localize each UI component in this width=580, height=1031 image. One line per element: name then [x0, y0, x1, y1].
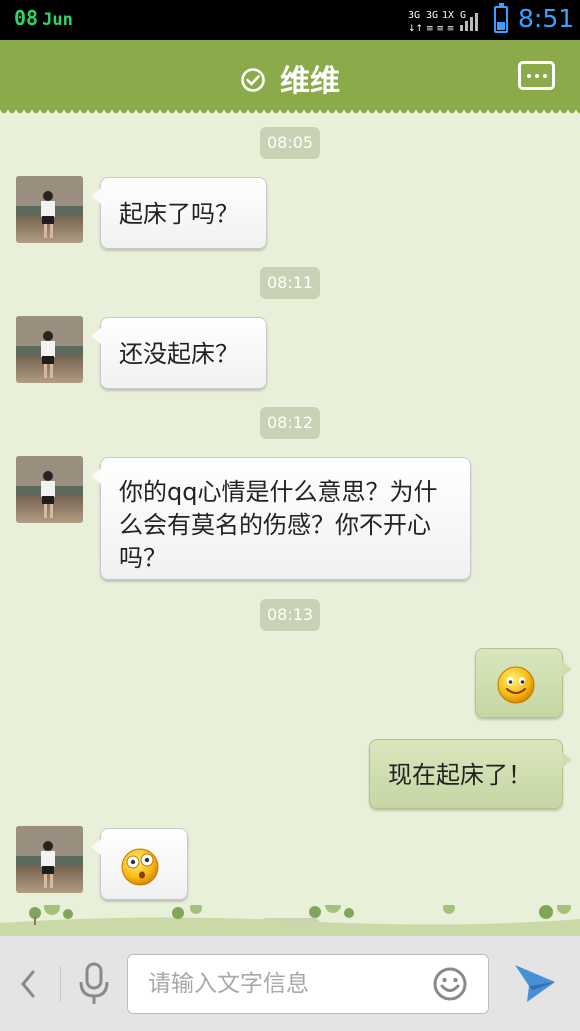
input-placeholder: 请输入文字信息	[148, 971, 309, 997]
svg-text:G: G	[460, 10, 466, 21]
status-day: 08	[14, 6, 39, 30]
svg-text:3G: 3G	[408, 10, 420, 21]
incoming-message[interactable]: 还没起床？	[91, 317, 267, 389]
divider	[60, 966, 61, 1002]
input-bar: 请输入文字信息	[0, 935, 580, 1031]
status-date: 08 Jun	[14, 6, 73, 30]
avatar[interactable]	[16, 456, 83, 523]
microphone-icon[interactable]	[76, 962, 112, 1006]
check-circle-icon	[241, 67, 265, 92]
timestamp: 08:11	[260, 267, 320, 299]
more-dots-icon	[526, 73, 531, 78]
status-month: Jun	[42, 10, 73, 30]
incoming-message[interactable]: 你的qq心情是什么意思？为什么会有莫名的伤感？你不开心吗？	[91, 457, 471, 580]
outgoing-message[interactable]	[475, 648, 572, 718]
message-text: 现在起床了！	[388, 761, 532, 789]
timestamp: 08:05	[260, 127, 320, 159]
incoming-message[interactable]	[91, 828, 188, 900]
message-text: 还没起床？	[119, 340, 239, 368]
message-text: 起床了吗？	[119, 200, 239, 228]
avatar[interactable]	[16, 176, 83, 243]
ground-decoration	[0, 905, 580, 935]
status-bar: 08 Jun 3G 3G 1X G ↓↑ ≡ ≡ ≡ 8:51	[0, 0, 580, 40]
signal-icon: 3G 3G 1X G ↓↑ ≡ ≡ ≡	[408, 10, 478, 33]
incoming-message[interactable]: 起床了吗？	[91, 177, 267, 249]
header-title: 维维	[0, 56, 580, 100]
dizzy-emoji-icon	[121, 848, 159, 886]
avatar[interactable]	[16, 826, 83, 893]
message-text: 你的qq心情是什么意思？为什么会有莫名的伤感？你不开心吗？	[119, 478, 438, 572]
more-dot	[534, 73, 539, 78]
chevron-left-icon[interactable]	[18, 966, 38, 1002]
svg-text:1X: 1X	[442, 10, 454, 21]
avatar[interactable]	[16, 316, 83, 383]
battery-icon	[494, 3, 508, 33]
outgoing-message[interactable]: 现在起床了！	[369, 739, 572, 809]
timestamp: 08:13	[260, 599, 320, 631]
more-dot	[542, 73, 547, 78]
smile-emoji-icon	[497, 666, 535, 704]
status-time: 8:51	[518, 4, 575, 33]
svg-text:↓↑ ≡ ≡ ≡: ↓↑ ≡ ≡ ≡	[408, 24, 454, 33]
chat-header: 维维	[0, 40, 580, 116]
more-menu-button[interactable]	[518, 61, 555, 90]
contact-name: 维维	[280, 64, 340, 99]
svg-text:3G: 3G	[426, 10, 438, 21]
timestamp: 08:12	[260, 407, 320, 439]
send-icon[interactable]	[512, 962, 558, 1006]
smiley-icon[interactable]	[432, 966, 468, 1002]
